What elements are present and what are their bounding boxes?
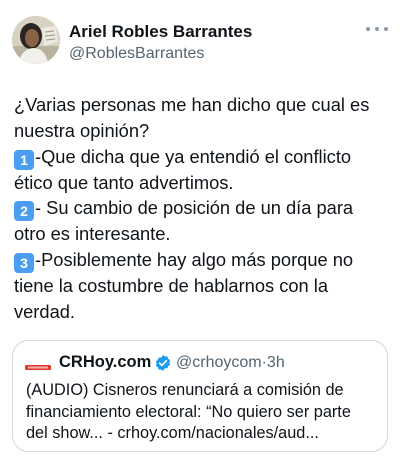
tweet-header: Ariel Robles Barrantes @RoblesBarrantes [12,14,388,70]
avatar[interactable] [12,16,60,64]
quoted-author-handle: @crhoycom [176,354,262,371]
keycap-2-icon: 2 [14,201,34,222]
author-name[interactable]: Ariel Robles Barrantes [69,22,252,42]
quoted-line: financiamiento electoral: “No quiero ser… [26,402,351,421]
tweet-line: - Su cambio de posición de un día para [35,197,354,219]
tweet-line-with-keycap: 2- Su cambio de posición de un día para [14,195,390,222]
tweet-text: ¿Varias personas me han dicho que cual e… [14,92,390,325]
tweet-line: ¿Varias personas me han dicho que cual e… [14,94,370,115]
verified-badge-icon [154,354,172,372]
quoted-time: 3h [266,354,285,371]
quoted-author-name: CRHoy.com [59,353,152,371]
quoted-handle-time: @crhoycom·3h [176,354,285,372]
tweet-line-with-keycap: 1 -Que dicha que ya entendió el conflicto [14,144,390,170]
tweet-line: otro es interesante. [14,223,171,245]
quoted-line: del show... - crhoy.com/nacionales/aud..… [26,424,319,442]
tweet-line-with-keycap: 3 -Posiblemente hay algo más porque no [14,247,390,274]
tweet-line: nuestra opinión? [14,119,150,141]
quoted-text: (AUDIO) Cisneros renunciará a comisión d… [26,380,376,445]
tweet-line: ético que tanto advertimos. [14,171,234,193]
more-dots-icon[interactable] [366,22,388,36]
keycap-1-icon: 1 [14,149,34,170]
tweet-line: -Que dicha que ya entendió el conflicto [35,145,352,167]
keycap-3-icon: 3 [14,253,34,274]
crhoy-logo-icon [25,359,51,370]
tweet-line: -Posiblemente hay algo más porque no [35,249,354,271]
author-handle[interactable]: @RoblesBarrantes [69,45,204,63]
quoted-tweet-card[interactable]: CRHoy.com @crhoycom·3h (AUDIO) Cisneros … [12,340,388,452]
quoted-line: (AUDIO) Cisneros renunciará a comisión d… [26,381,344,399]
tweet-line: verdad. [14,300,75,322]
tweet-line: tiene la costumbre de hablarnos con la [14,275,329,297]
